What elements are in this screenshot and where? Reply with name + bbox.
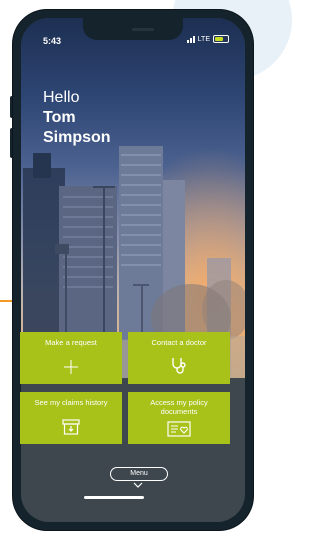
action-tiles: Make a request Contact a doctor See my c…	[20, 332, 230, 448]
contact-doctor-tile[interactable]: Contact a doctor	[128, 332, 230, 384]
menu-button[interactable]: Menu	[110, 467, 168, 481]
archive-box-icon	[62, 419, 80, 435]
status-time: 5:43	[43, 36, 62, 46]
user-first-name: Tom	[43, 109, 76, 126]
user-last-name: Simpson	[43, 129, 111, 146]
document-heart-icon	[167, 421, 191, 437]
tile-label: Make a request	[45, 338, 97, 347]
claims-history-tile[interactable]: See my claims history	[20, 392, 122, 444]
city-photo	[21, 18, 245, 378]
city-skyline	[21, 146, 245, 378]
tile-label: See my claims history	[34, 398, 108, 407]
speaker-grille	[132, 28, 154, 31]
tile-label: Access my policy documents	[150, 398, 208, 416]
chevron-down-icon[interactable]	[133, 482, 143, 488]
home-indicator	[84, 496, 144, 499]
signal-icon	[186, 35, 195, 43]
policy-documents-tile[interactable]: Access my policy documents	[128, 392, 230, 444]
status-indicators: LTE	[186, 35, 229, 43]
plus-icon	[64, 360, 78, 374]
make-request-tile[interactable]: Make a request	[20, 332, 122, 384]
network-label: LTE	[197, 35, 210, 43]
greeting-hello: Hello	[43, 89, 80, 106]
stethoscope-icon	[172, 358, 186, 374]
battery-icon	[213, 35, 229, 43]
greeting: Hello Tom Simpson	[43, 88, 111, 148]
tile-label: Contact a doctor	[151, 338, 207, 347]
phone-frame: 5:43 LTE Hello Tom Simpson	[13, 10, 253, 530]
